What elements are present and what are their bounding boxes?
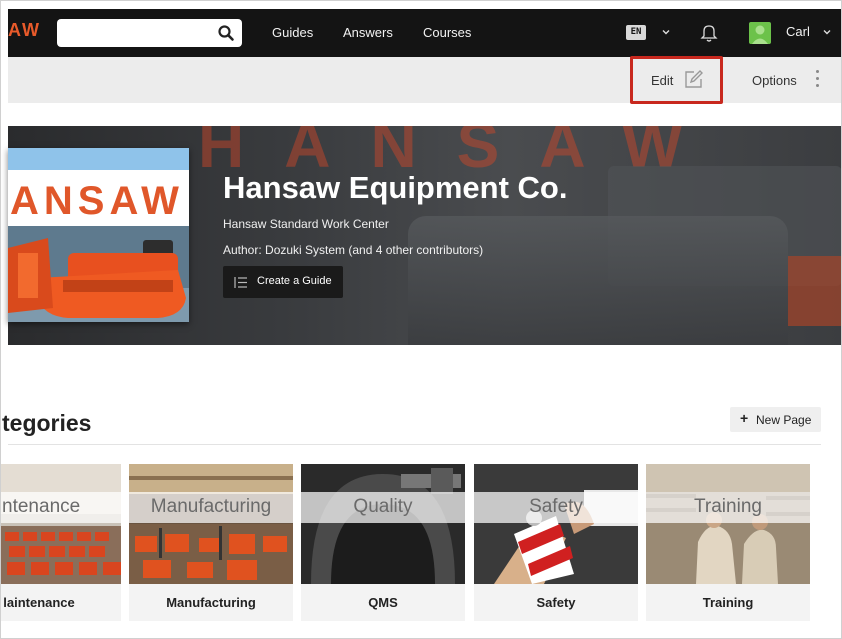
hero-background-machine — [408, 216, 788, 345]
edit-icon[interactable] — [683, 69, 704, 90]
top-nav: AW Guides Answers Courses EN Carl — [8, 9, 842, 57]
search-input[interactable] — [57, 19, 242, 47]
category-image — [129, 464, 293, 584]
category-image — [0, 464, 121, 584]
app-window: AW Guides Answers Courses EN Carl Edit O… — [0, 0, 842, 639]
section-divider — [8, 444, 821, 445]
page-author: Author: Dozuki System (and 4 other contr… — [223, 243, 484, 257]
company-image: ANSAW — [8, 148, 189, 322]
more-vertical-icon[interactable] — [815, 70, 821, 90]
new-page-button[interactable]: + New Page — [730, 407, 821, 432]
category-label: Safety — [536, 595, 576, 610]
create-guide-button[interactable]: Create a Guide — [223, 266, 343, 298]
chevron-down-icon[interactable] — [822, 27, 832, 37]
company-image-brand-text: ANSAW — [10, 179, 184, 223]
category-card-qms[interactable]: Quality QMS — [301, 464, 465, 621]
new-page-label: New Page — [756, 413, 812, 427]
category-image — [301, 464, 465, 584]
category-overlay-text: Safety — [529, 496, 583, 517]
avatar[interactable] — [749, 22, 771, 44]
category-card-manufacturing[interactable]: Manufacturing Manufacturing — [129, 464, 293, 621]
category-overlay-text: Quality — [353, 496, 413, 517]
excavator-photo: ANSAW — [8, 148, 189, 322]
category-label: QMS — [368, 595, 398, 610]
category-label: laintenance — [3, 595, 75, 610]
user-name[interactable]: Carl — [786, 24, 810, 39]
brand-logo[interactable]: AW — [8, 20, 41, 41]
language-selector[interactable]: EN — [626, 25, 646, 40]
category-card-safety[interactable]: Safety Safety — [474, 464, 638, 621]
category-label: Manufacturing — [166, 595, 256, 610]
category-label: Training — [702, 595, 754, 610]
category-image — [474, 464, 638, 584]
category-overlay-text: intenance — [0, 496, 81, 517]
nav-link-guides[interactable]: Guides — [272, 25, 313, 40]
edit-button[interactable]: Edit — [651, 73, 673, 88]
chevron-down-icon[interactable] — [661, 27, 671, 37]
nav-link-courses[interactable]: Courses — [423, 25, 471, 40]
nav-link-answers[interactable]: Answers — [343, 25, 393, 40]
category-overlay-text: Manufacturing — [150, 496, 272, 517]
hero-background-machine — [788, 256, 842, 326]
page-subtitle: Hansaw Standard Work Center — [223, 217, 389, 231]
avatar-silhouette-icon — [752, 25, 768, 44]
edit-highlight-box — [630, 56, 723, 104]
bell-icon[interactable] — [700, 23, 718, 43]
category-card-maintenance[interactable]: intenance laintenance — [0, 464, 121, 621]
create-guide-label: Create a Guide — [257, 275, 332, 287]
categories-heading: tegories — [2, 410, 92, 436]
category-overlay-text: Training — [694, 496, 762, 517]
list-icon — [234, 277, 247, 288]
category-card-training[interactable]: Training Training — [646, 464, 810, 621]
category-image — [646, 464, 810, 584]
search-icon[interactable] — [217, 24, 235, 42]
options-button[interactable]: Options — [752, 73, 797, 88]
page-title: Hansaw Equipment Co. — [223, 170, 568, 205]
plus-icon: + — [740, 410, 749, 426]
